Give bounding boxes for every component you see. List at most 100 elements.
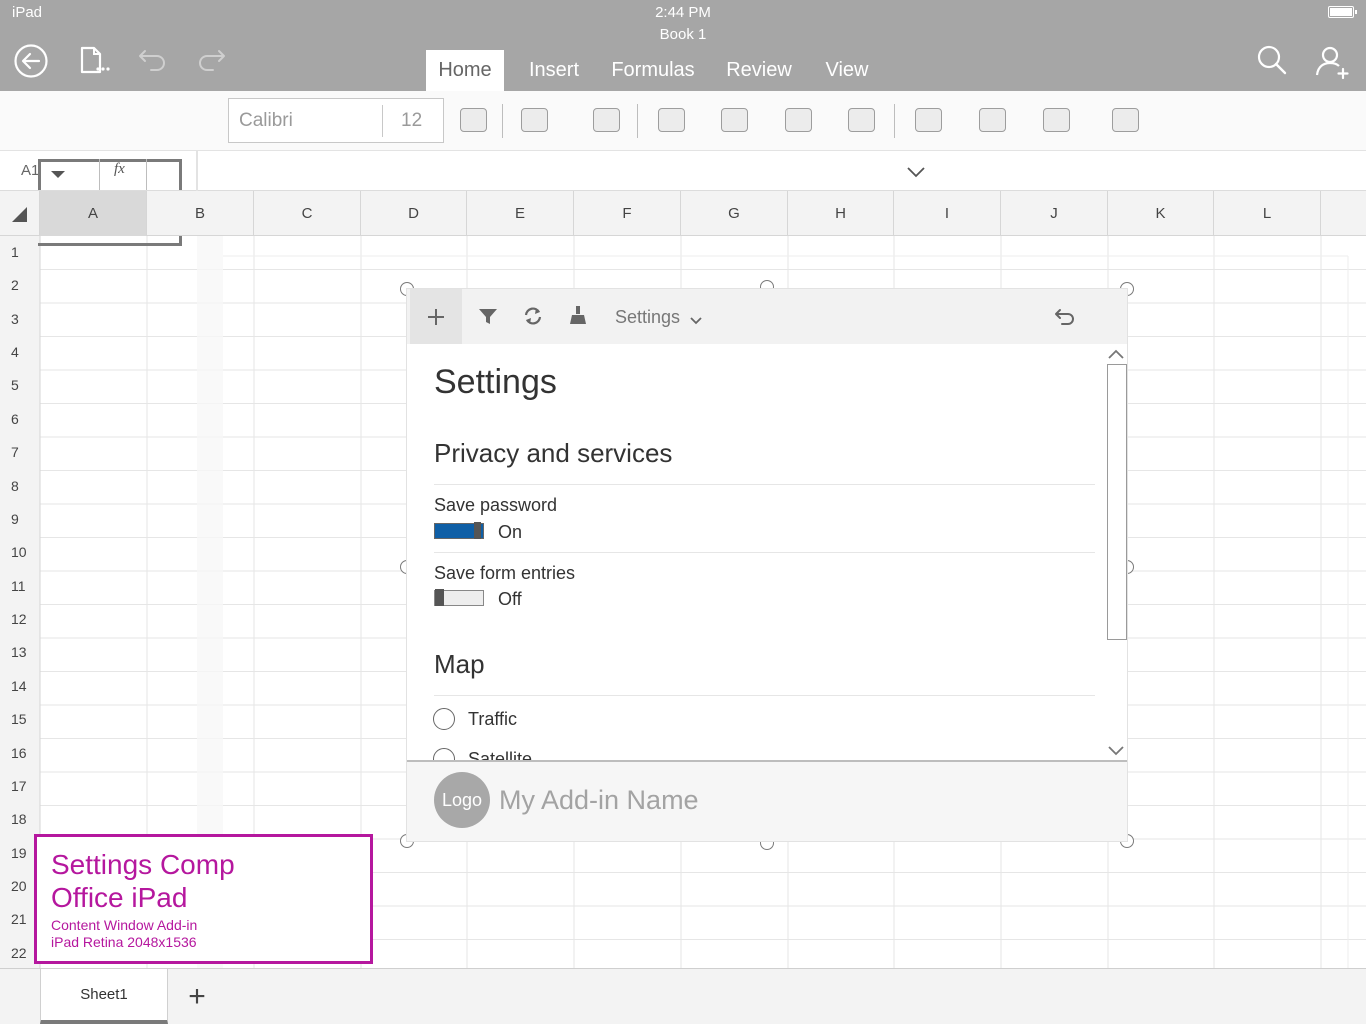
row-header[interactable]: 15 xyxy=(0,711,40,727)
sheet-tab-sheet1[interactable]: Sheet1 xyxy=(40,969,168,1024)
ribbon-button-5[interactable] xyxy=(721,108,748,132)
font-divider xyxy=(382,105,383,137)
column-header-k[interactable]: K xyxy=(1108,191,1214,236)
column-header-b[interactable]: B xyxy=(147,191,254,236)
traffic-radio[interactable] xyxy=(433,708,455,730)
save-form-entries-state: Off xyxy=(498,589,522,609)
save-password-state: On xyxy=(498,522,523,542)
ribbon-separator xyxy=(894,104,895,138)
row-header[interactable]: 11 xyxy=(0,578,40,594)
app-header: iPad 2:44 PM Book 1 Home Insert Formulas… xyxy=(0,0,1366,91)
expand-formula-chevron-icon[interactable] xyxy=(906,165,926,183)
comp-subtitle-line2: iPad Retina 2048x1536 xyxy=(51,934,197,950)
row-header[interactable]: 6 xyxy=(0,411,40,427)
ribbon-button-3[interactable] xyxy=(593,108,620,132)
row-header[interactable]: 7 xyxy=(0,444,40,460)
column-header-i[interactable]: I xyxy=(894,191,1001,236)
back-icon[interactable] xyxy=(12,42,50,80)
ribbon-separator xyxy=(502,104,503,138)
addin-footer: Logo My Add-in Name xyxy=(407,760,1127,841)
column-header-g[interactable]: G xyxy=(681,191,788,236)
ribbon-button-4[interactable] xyxy=(658,108,685,132)
row-header[interactable]: 12 xyxy=(0,611,40,627)
row-header[interactable]: 2 xyxy=(0,277,40,293)
row-header[interactable]: 16 xyxy=(0,745,40,761)
tab-view[interactable]: View xyxy=(815,50,879,91)
row-header[interactable]: 13 xyxy=(0,644,40,660)
row-header[interactable]: 1 xyxy=(0,244,40,260)
fx-icon[interactable]: fx xyxy=(114,161,125,178)
undo-icon[interactable] xyxy=(1053,305,1077,334)
scroll-down-chevron-icon[interactable] xyxy=(1107,744,1125,760)
column-header-a[interactable]: A xyxy=(40,191,147,236)
row-header[interactable]: 3 xyxy=(0,311,40,327)
font-size-field[interactable]: 12 xyxy=(401,110,422,132)
status-time: 2:44 PM xyxy=(655,4,711,21)
tab-insert[interactable]: Insert xyxy=(515,50,593,91)
search-icon[interactable] xyxy=(1253,42,1291,80)
column-header-d[interactable]: D xyxy=(361,191,467,236)
row-header[interactable]: 9 xyxy=(0,511,40,527)
font-name-field[interactable]: Calibri xyxy=(239,110,293,132)
save-password-label: Save password xyxy=(434,495,558,515)
refresh-icon[interactable] xyxy=(522,305,544,332)
row-header[interactable]: 8 xyxy=(0,478,40,494)
tab-review[interactable]: Review xyxy=(718,50,800,91)
ribbon-button-6[interactable] xyxy=(785,108,812,132)
filter-icon[interactable] xyxy=(477,305,499,332)
row-header[interactable]: 10 xyxy=(0,544,40,560)
formula-input-edge xyxy=(196,151,198,191)
ribbon-separator xyxy=(637,104,638,138)
ribbon-button-2[interactable] xyxy=(521,108,548,132)
selected-cell-outline xyxy=(38,236,182,246)
settings-menu-label[interactable]: Settings xyxy=(615,307,680,328)
name-box[interactable]: A1 xyxy=(21,162,39,179)
font-picker[interactable]: Calibri 12 xyxy=(228,98,444,143)
redo-icon[interactable] xyxy=(193,42,231,80)
share-person-icon[interactable] xyxy=(1312,42,1350,80)
column-header-h[interactable]: H xyxy=(788,191,894,236)
toggle-knob xyxy=(474,522,481,539)
select-all-corner[interactable] xyxy=(0,191,40,236)
comp-label-box: Settings Comp Office iPad Content Window… xyxy=(34,834,373,964)
settings-menu-chevron-icon[interactable] xyxy=(689,313,703,331)
ribbon-button-7[interactable] xyxy=(848,108,875,132)
row-header[interactable]: 17 xyxy=(0,778,40,794)
comp-title-line1: Settings Comp xyxy=(51,849,235,880)
map-heading: Map xyxy=(434,649,485,679)
save-form-entries-toggle[interactable] xyxy=(434,589,484,606)
column-header-e[interactable]: E xyxy=(467,191,574,236)
file-menu-icon[interactable] xyxy=(76,42,114,80)
add-sheet-button[interactable]: + xyxy=(182,977,212,1017)
row-header[interactable]: 5 xyxy=(0,377,40,393)
undo-icon[interactable] xyxy=(133,42,171,80)
formula-bar: A1 fx xyxy=(0,151,1366,191)
ribbon-button-8[interactable] xyxy=(915,108,942,132)
column-header-l[interactable]: L xyxy=(1214,191,1321,236)
row-header[interactable]: 18 xyxy=(0,811,40,827)
tab-formulas[interactable]: Formulas xyxy=(603,50,703,91)
ribbon-button-1[interactable] xyxy=(460,108,487,132)
tab-home[interactable]: Home xyxy=(426,50,504,91)
column-header-j[interactable]: J xyxy=(1001,191,1108,236)
ribbon-button-11[interactable] xyxy=(1112,108,1139,132)
satellite-radio[interactable] xyxy=(433,748,455,760)
name-box-dropdown-icon[interactable] xyxy=(50,167,66,185)
row-header[interactable]: 4 xyxy=(0,344,40,360)
save-password-toggle[interactable] xyxy=(434,522,484,539)
column-header-c[interactable]: C xyxy=(254,191,361,236)
row-header[interactable]: 14 xyxy=(0,678,40,694)
section-divider xyxy=(434,484,1095,485)
ribbon-button-9[interactable] xyxy=(979,108,1006,132)
column-header-f[interactable]: F xyxy=(574,191,681,236)
addin-logo: Logo xyxy=(434,772,490,828)
scroll-up-chevron-icon[interactable] xyxy=(1107,347,1125,365)
clear-brush-icon[interactable] xyxy=(567,304,589,331)
settings-scroll-area[interactable]: Settings Privacy and services Save passw… xyxy=(407,344,1127,760)
page-title: Settings xyxy=(434,363,557,401)
add-button[interactable] xyxy=(410,289,462,344)
formula-divider xyxy=(146,159,147,190)
scrollbar-thumb[interactable] xyxy=(1107,364,1127,640)
ribbon-button-10[interactable] xyxy=(1043,108,1070,132)
battery-icon xyxy=(1328,6,1357,18)
